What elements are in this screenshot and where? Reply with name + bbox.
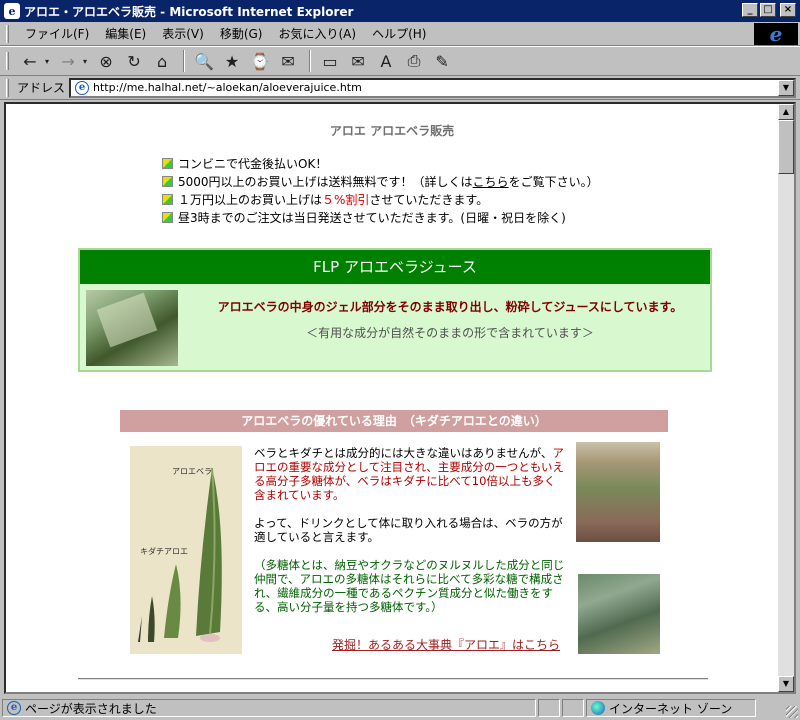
bullet-text-4: 昼3時までのご注文は当日発送させていただきます。(日曜・祝日を除く) (178, 210, 566, 225)
page-heading: アロエ アロエベラ販売 (329, 124, 455, 138)
bullet-item: 5000円以上のお買い上げは送料無料です！（詳しくは こちら をご覧下さい。） (162, 172, 599, 190)
toolbar: ← ▾ → ▾ ⊗ ↻ ⌂ 🔍 ★ ⌚ ✉ ▭ ✉ A ⎙ ✎ (0, 46, 800, 76)
window-controls: _ □ × (742, 3, 796, 17)
bullet-icon (162, 175, 173, 187)
bullet-text-2-post: をご覧下さい。） (508, 174, 599, 189)
bullet-icon (162, 211, 173, 223)
bullet-text-3-post: させていただきます。 (369, 192, 489, 207)
maximize-button[interactable]: □ (760, 3, 776, 17)
title-bar: e アロエ・アロエベラ販売 - Microsoft Internet Explo… (0, 0, 800, 22)
reason-paragraph-1: ベラとキダチとは成分的には大きな違いはありませんが、アロエの重要な成分として注目… (254, 446, 566, 502)
page-icon: e (75, 80, 90, 95)
done-page-icon: e (7, 701, 21, 715)
address-box[interactable]: e ▼ (69, 77, 796, 98)
mail-button[interactable]: ✉ (345, 49, 371, 73)
aloe-gel-image (86, 290, 178, 366)
fullscreen-button[interactable]: ▭ (317, 49, 343, 73)
channels-button[interactable]: ✉ (275, 49, 301, 73)
scroll-down-button[interactable]: ▼ (778, 676, 794, 692)
address-input[interactable] (93, 80, 794, 95)
content-viewport[interactable]: アロエ アロエベラ販売 コンビニで代金後払いOK！ 5000円以上のお買い上げは… (4, 102, 796, 694)
status-text: ページが表示されました (25, 701, 157, 716)
edit-button[interactable]: ✎ (429, 49, 455, 73)
flp-description: アロエベラの中身のジェル部分をそのまま取り出し、粉砕してジュースにしています。 (217, 300, 683, 314)
status-cell (562, 699, 584, 717)
security-zone-cell: インターネット ゾーン (586, 699, 756, 717)
info-bullets: コンビニで代金後払いOK！ 5000円以上のお買い上げは送料無料です！（詳しくは… (162, 154, 599, 226)
history-button[interactable]: ⌚ (247, 49, 273, 73)
status-bar: e ページが表示されました インターネット ゾーン (0, 696, 800, 720)
forward-dropdown[interactable]: ▾ (83, 57, 87, 66)
window-title: アロエ・アロエベラ販売 - Microsoft Internet Explore… (24, 4, 354, 19)
menu-help[interactable]: ヘルプ(H) (364, 23, 434, 44)
stop-button[interactable]: ⊗ (93, 49, 119, 73)
menu-grip[interactable] (6, 24, 9, 43)
flp-subtitle: ＜有用な成分が自然そのままの形で含まれています＞ (306, 326, 594, 340)
bullet-item: １万円以上のお買い上げは ５%割引 させていただきます。 (162, 190, 599, 208)
search-button[interactable]: 🔍 (191, 49, 217, 73)
forward-button[interactable]: → (55, 49, 81, 73)
refresh-button[interactable]: ↻ (121, 49, 147, 73)
menu-bar: ファイル(F) 編集(E) 表示(V) 移動(G) お気に入り(A) ヘルプ(H… (0, 22, 800, 46)
vertical-scrollbar[interactable]: ▲ ▼ (778, 104, 794, 692)
scroll-thumb[interactable] (778, 120, 794, 174)
menu-file[interactable]: ファイル(F) (17, 23, 97, 44)
aloe-vera-label: アロエベラ (172, 467, 212, 476)
zone-text: インターネット ゾーン (609, 701, 733, 716)
reason-section-title: アロエベラの優れている理由 （キダチアロエとの違い） (120, 410, 668, 432)
web-page: アロエ アロエベラ販売 コンビニで代金後払いOK！ 5000円以上のお買い上げは… (6, 104, 778, 692)
menu-edit[interactable]: 編集(E) (97, 23, 154, 44)
ie-logo-icon: e (769, 22, 783, 46)
minimize-button[interactable]: _ (742, 3, 758, 17)
aloe-leaf-comparison-image: アロエベラ キダチアロエ (130, 446, 242, 654)
toolbar-separator (183, 50, 186, 72)
bullet-item: 昼3時までのご注文は当日発送させていただきます。(日曜・祝日を除く) (162, 208, 599, 226)
aloe-field-photo (576, 442, 660, 542)
menu-favorites[interactable]: お気に入り(A) (270, 23, 364, 44)
globe-icon (591, 701, 605, 715)
bullet-item: コンビニで代金後払いOK！ (162, 154, 599, 172)
bullet-icon (162, 193, 173, 205)
aruaru-aloe-link[interactable]: 発掘！あるある大事典『アロエ』はこちら (332, 636, 560, 653)
address-grip[interactable] (6, 78, 9, 97)
discount-text: ５%割引 (322, 192, 370, 207)
bullet-text-3-pre: １万円以上のお買い上げは (178, 192, 323, 207)
resize-grip-icon[interactable] (786, 706, 798, 718)
toolbar-separator (309, 50, 312, 72)
bullet-text-1: コンビニで代金後払いOK！ (178, 156, 328, 171)
address-bar: アドレス e ▼ (0, 76, 800, 100)
status-cell (538, 699, 560, 717)
font-button[interactable]: A (373, 49, 399, 73)
menu-view[interactable]: 表示(V) (154, 23, 212, 44)
kidachi-aloe-label: キダチアロエ (140, 547, 188, 556)
ie-page-icon: e (4, 3, 20, 19)
flp-juice-box: FLP アロエベラジュース アロエベラの中身のジェル部分をそのまま取り出し、粉砕… (78, 248, 712, 372)
reason-p1-a: ベラとキダチとは成分的には大きな違いはありませんが、 (254, 446, 553, 460)
aloe-plant-photo (578, 574, 660, 654)
scroll-up-button[interactable]: ▲ (778, 104, 794, 120)
reason-text: ベラとキダチとは成分的には大きな違いはありませんが、アロエの重要な成分として注目… (254, 446, 566, 628)
status-text-cell: e ページが表示されました (2, 699, 536, 717)
bullet-text-2-pre: 5000円以上のお買い上げは送料無料です！（詳しくは (178, 174, 473, 189)
back-dropdown[interactable]: ▾ (45, 57, 49, 66)
favorites-button[interactable]: ★ (219, 49, 245, 73)
print-button[interactable]: ⎙ (401, 49, 427, 73)
home-button[interactable]: ⌂ (149, 49, 175, 73)
reason-paragraph-2: よって、ドリンクとして体に取り入れる場合は、ベラの方が適していると言えます。 (254, 516, 563, 544)
address-label: アドレス (17, 81, 66, 95)
shipping-info-link[interactable]: こちら (473, 173, 509, 190)
reason-paragraph-3: （多糖体とは、納豆やオクラなどのヌルヌルした成分と同じ仲間で、アロエの多糖体はそ… (254, 558, 565, 614)
divider (78, 678, 708, 680)
toolbar-grip[interactable] (6, 52, 9, 70)
flp-title: FLP アロエベラジュース (80, 250, 710, 284)
menu-go[interactable]: 移動(G) (212, 23, 271, 44)
address-dropdown-button[interactable]: ▼ (778, 79, 794, 96)
close-button[interactable]: × (780, 3, 796, 17)
ie-logo: e (754, 22, 798, 46)
bullet-icon (162, 157, 173, 169)
back-button[interactable]: ← (17, 49, 43, 73)
